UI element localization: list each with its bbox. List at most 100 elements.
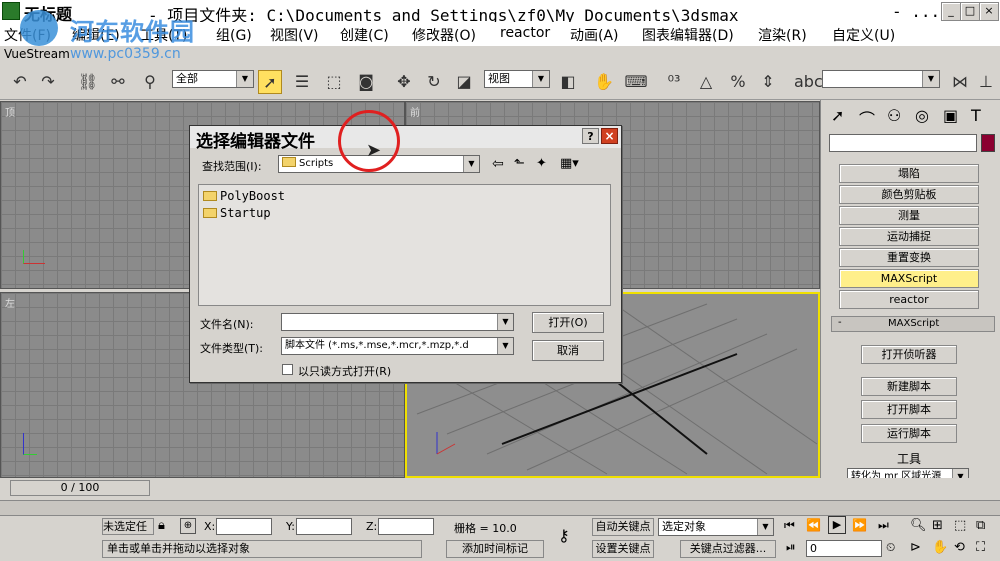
new-script-button[interactable]: 新建脚本: [861, 377, 957, 396]
angle-snap-icon[interactable]: △: [694, 70, 718, 94]
maxscript-button[interactable]: MAXScript: [839, 269, 979, 288]
percent-snap-icon[interactable]: %: [726, 70, 750, 94]
time-slider[interactable]: 0 / 100: [10, 480, 150, 496]
motion-tab-icon[interactable]: ◎: [915, 106, 929, 125]
modify-tab-icon[interactable]: ⌒: [859, 106, 875, 130]
time-config-icon[interactable]: ⏲: [886, 540, 895, 555]
zoom-extents-all-icon[interactable]: ⧉: [976, 518, 985, 533]
key-mode-dropdown[interactable]: 选定对象 ▼: [658, 518, 774, 536]
new-folder-icon[interactable]: ✦: [536, 156, 547, 171]
color-swatch[interactable]: [981, 134, 995, 152]
snap-toggle-icon[interactable]: ⁰³: [662, 70, 686, 94]
named-selection-dropdown[interactable]: ▼: [822, 70, 940, 88]
close-button[interactable]: ×: [979, 2, 999, 21]
measure-button[interactable]: 测量: [839, 206, 979, 225]
orbit-icon[interactable]: ⟲: [954, 540, 965, 555]
maximize-viewport-icon[interactable]: ⛶: [976, 540, 985, 555]
menu-create[interactable]: 创建(C): [340, 25, 389, 45]
cancel-button[interactable]: 取消: [532, 340, 604, 361]
file-list[interactable]: PolyBoost Startup: [198, 184, 611, 306]
window-crossing-icon[interactable]: ◙: [354, 70, 378, 94]
play-icon[interactable]: ▶: [828, 516, 846, 534]
hierarchy-tab-icon[interactable]: ⚇: [887, 106, 901, 125]
key-mode-icon[interactable]: ⏯: [786, 540, 796, 555]
reference-coordinate-dropdown[interactable]: 视图 ▼: [484, 70, 550, 88]
spinner-snap-icon[interactable]: ⇕: [756, 70, 780, 94]
move-icon[interactable]: ✥: [392, 70, 416, 94]
create-tab-icon[interactable]: ➚: [831, 106, 844, 125]
menu-rendering[interactable]: 渲染(R): [758, 25, 807, 45]
edit-named-selection-icon[interactable]: abc: [794, 70, 823, 94]
zoom-all-icon[interactable]: ⊞: [932, 518, 943, 533]
open-script-button[interactable]: 打开脚本: [861, 400, 957, 419]
goto-start-icon[interactable]: ⏮: [784, 518, 795, 533]
select-by-name-icon[interactable]: ☰: [290, 70, 314, 94]
list-item[interactable]: Startup: [203, 206, 271, 220]
unlink-icon[interactable]: ⚯: [106, 70, 130, 94]
align-icon[interactable]: ⊥: [974, 70, 998, 94]
select-object-icon[interactable]: ➚: [258, 70, 282, 94]
view-menu-icon[interactable]: ▦▾: [560, 156, 579, 171]
open-listener-button[interactable]: 打开侦听器: [861, 345, 957, 364]
next-frame-icon[interactable]: ⏩: [852, 518, 867, 532]
utilities-tab-icon[interactable]: T: [971, 106, 981, 125]
key-icon[interactable]: ⚷: [558, 526, 570, 545]
minimize-button[interactable]: _: [941, 2, 961, 21]
menu-animation[interactable]: 动画(A): [570, 25, 619, 45]
previous-frame-icon[interactable]: ⏪: [806, 518, 821, 532]
bind-spacewarp-icon[interactable]: ⚲: [138, 70, 162, 94]
pan-icon[interactable]: ✋: [932, 540, 948, 555]
collapse-button[interactable]: 塌陷: [839, 164, 979, 183]
readonly-checkbox[interactable]: [282, 364, 293, 375]
rectangle-selection-icon[interactable]: ⬚: [322, 70, 346, 94]
menu-modifiers[interactable]: 修改器(O): [412, 25, 476, 45]
maximize-button[interactable]: □: [960, 2, 980, 21]
object-name-field[interactable]: [829, 134, 977, 152]
run-script-button[interactable]: 运行脚本: [861, 424, 957, 443]
undo-icon[interactable]: ↶: [8, 70, 32, 94]
track-bar[interactable]: [0, 500, 1000, 516]
help-button[interactable]: ?: [582, 128, 599, 144]
menu-reactor[interactable]: reactor: [500, 25, 550, 41]
zoom-extents-icon[interactable]: ⬚: [954, 518, 966, 533]
up-folder-icon[interactable]: ⬑: [514, 156, 525, 171]
auto-key-button[interactable]: 自动关键点: [592, 518, 654, 536]
filename-input[interactable]: ▼: [281, 313, 514, 331]
add-time-tag-button[interactable]: 添加时间标记: [446, 540, 544, 558]
link-icon[interactable]: ⛓: [76, 70, 100, 94]
menu-graph-editors[interactable]: 图表编辑器(D): [642, 25, 734, 45]
dialog-close-button[interactable]: ×: [601, 128, 618, 144]
reactor-button[interactable]: reactor: [839, 290, 979, 309]
maxscript-rollout-header[interactable]: - MAXScript: [831, 316, 995, 332]
manipulate-icon[interactable]: ✋: [592, 70, 616, 94]
motion-capture-button[interactable]: 运动捕捉: [839, 227, 979, 246]
z-coordinate-field[interactable]: [378, 518, 434, 535]
current-frame-field[interactable]: 0: [806, 540, 882, 557]
x-coordinate-field[interactable]: [216, 518, 272, 535]
lock-icon[interactable]: 🔒︎: [158, 518, 165, 533]
absolute-mode-icon[interactable]: ⊕: [180, 518, 196, 534]
open-button[interactable]: 打开(O): [532, 312, 604, 333]
mirror-icon[interactable]: ⋈: [948, 70, 972, 94]
selection-filter-dropdown[interactable]: 全部 ▼: [172, 70, 254, 88]
menu-customize[interactable]: 自定义(U): [832, 25, 895, 45]
back-icon[interactable]: ⇦: [492, 156, 504, 172]
pivot-center-icon[interactable]: ◧: [556, 70, 580, 94]
key-filters-button[interactable]: 关键点过滤器...: [680, 540, 776, 558]
redo-icon[interactable]: ↷: [36, 70, 60, 94]
color-clipboard-button[interactable]: 颜色剪贴板: [839, 185, 979, 204]
menu-group[interactable]: 组(G): [216, 25, 252, 45]
menu-views[interactable]: 视图(V): [270, 25, 319, 45]
fov-icon[interactable]: ⊳: [910, 540, 921, 555]
reset-xform-button[interactable]: 重置变换: [839, 248, 979, 267]
scale-icon[interactable]: ◪: [452, 70, 476, 94]
keyboard-shortcut-icon[interactable]: ⌨: [624, 70, 648, 94]
filetype-dropdown[interactable]: 脚本文件 (*.ms,*.mse,*.mcr,*.mzp,*.d ▼: [281, 337, 514, 355]
list-item[interactable]: PolyBoost: [203, 189, 285, 203]
zoom-icon[interactable]: 🔍︎: [910, 518, 927, 533]
goto-end-icon[interactable]: ⏭: [878, 518, 889, 533]
set-key-button[interactable]: 设置关键点: [592, 540, 654, 558]
display-tab-icon[interactable]: ▣: [943, 106, 958, 125]
rotate-icon[interactable]: ↻: [422, 70, 446, 94]
y-coordinate-field[interactable]: [296, 518, 352, 535]
